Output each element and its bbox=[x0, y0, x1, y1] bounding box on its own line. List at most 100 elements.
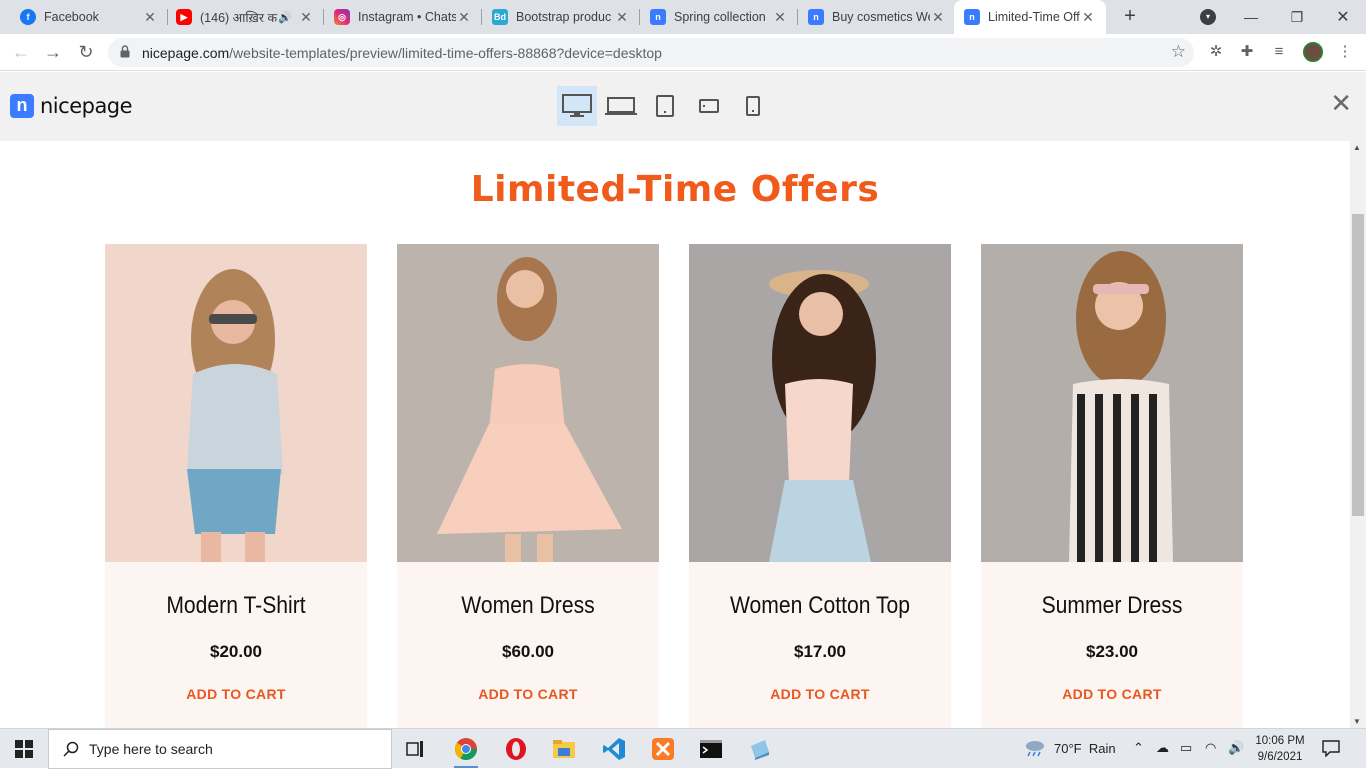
close-preview-button[interactable]: ✕ bbox=[1330, 88, 1352, 119]
tab-title: Buy cosmetics We bbox=[832, 10, 930, 24]
page-scrollbar[interactable]: ▲ ▼ bbox=[1350, 141, 1366, 728]
scrollbar-thumb[interactable] bbox=[1352, 214, 1364, 516]
tablet-landscape-icon bbox=[699, 99, 719, 113]
window-close-button[interactable]: ✕ bbox=[1320, 0, 1366, 34]
restore-button[interactable]: ❐ bbox=[1274, 0, 1320, 34]
terminal-icon[interactable] bbox=[691, 733, 731, 765]
task-view-icon[interactable] bbox=[396, 733, 436, 765]
tab-strip: f Facebook ✕ ▶ (146) आख़िर क 🔊 ✕ ◎ Insta… bbox=[0, 0, 1366, 34]
opera-icon[interactable] bbox=[496, 733, 536, 765]
add-to-cart-button[interactable]: ADD TO CART bbox=[689, 686, 951, 702]
nicepage-icon: n bbox=[808, 9, 824, 25]
tab-buy-cosmetics[interactable]: n Buy cosmetics We ✕ bbox=[798, 0, 956, 34]
desktop-icon bbox=[562, 94, 592, 117]
scroll-up-arrow-icon[interactable]: ▲ bbox=[1353, 143, 1361, 152]
tab-bootstrap[interactable]: Bd Bootstrap produc ✕ bbox=[482, 0, 640, 34]
reload-button[interactable]: ↻ bbox=[73, 40, 99, 66]
new-tab-button[interactable]: + bbox=[1118, 5, 1142, 29]
tab-instagram[interactable]: ◎ Instagram • Chats ✕ bbox=[324, 0, 482, 34]
volume-icon[interactable]: 🔊 bbox=[1228, 740, 1244, 756]
close-icon[interactable]: ✕ bbox=[456, 9, 472, 26]
menu-kebab-icon[interactable]: ⋮ bbox=[1336, 43, 1354, 61]
nicepage-logo-text: nicepage bbox=[40, 94, 133, 118]
device-tablet-landscape-button[interactable] bbox=[689, 86, 729, 126]
clock-time: 10:06 PM bbox=[1255, 735, 1305, 747]
device-desktop-button[interactable] bbox=[557, 86, 597, 126]
wifi-icon[interactable]: ◠ bbox=[1205, 740, 1216, 756]
url-host: nicepage.com bbox=[142, 45, 230, 61]
profile-avatar[interactable] bbox=[1303, 42, 1323, 62]
minimize-button[interactable]: — bbox=[1228, 0, 1274, 34]
tab-title: Limited-Time Offe bbox=[988, 10, 1080, 24]
device-phone-button[interactable] bbox=[733, 86, 773, 126]
product-price: $60.00 bbox=[502, 642, 554, 661]
facebook-icon: f bbox=[20, 9, 36, 25]
product-card: Modern T-Shirt $20.00 ADD TO CART bbox=[105, 244, 367, 728]
search-placeholder: Type here to search bbox=[89, 741, 213, 757]
product-name: Modern T-Shirt bbox=[166, 592, 306, 619]
product-name: Summer Dress bbox=[1041, 592, 1183, 619]
app-icon[interactable] bbox=[740, 733, 780, 765]
device-tablet-button[interactable] bbox=[645, 86, 685, 126]
weather-widget[interactable]: 70°F Rain bbox=[1024, 739, 1116, 757]
add-to-cart-button[interactable]: ADD TO CART bbox=[105, 686, 367, 702]
page-title: Limited-Time Offers bbox=[470, 169, 880, 210]
product-card: Summer Dress $23.00 ADD TO CART bbox=[981, 244, 1243, 728]
xampp-icon[interactable] bbox=[643, 733, 683, 765]
extension-bug-icon[interactable]: ✲ bbox=[1207, 43, 1225, 61]
address-bar[interactable]: nicepage.com/website-templates/preview/l… bbox=[108, 38, 1194, 67]
onedrive-icon[interactable]: ☁ bbox=[1156, 740, 1169, 756]
product-photo[interactable] bbox=[105, 244, 367, 562]
tray-chevron-icon[interactable]: ⌃ bbox=[1133, 740, 1144, 756]
battery-icon[interactable]: ▭ bbox=[1180, 740, 1192, 756]
url-text: nicepage.com/website-templates/preview/l… bbox=[142, 45, 662, 61]
search-icon bbox=[63, 741, 79, 757]
tab-title: Instagram • Chats bbox=[358, 10, 456, 24]
device-laptop-button[interactable] bbox=[601, 86, 641, 126]
close-icon[interactable]: ✕ bbox=[930, 9, 946, 26]
product-name: Women Cotton Top bbox=[729, 592, 911, 619]
scroll-down-arrow-icon[interactable]: ▼ bbox=[1353, 717, 1361, 726]
close-icon[interactable]: ✕ bbox=[772, 9, 788, 26]
product-photo[interactable] bbox=[397, 244, 659, 562]
speaker-icon[interactable]: 🔊 bbox=[278, 11, 292, 24]
product-photo[interactable] bbox=[689, 244, 951, 562]
product-card: Women Dress $60.00 ADD TO CART bbox=[397, 244, 659, 728]
phone-icon bbox=[746, 96, 760, 116]
add-to-cart-button[interactable]: ADD TO CART bbox=[397, 686, 659, 702]
nicepage-icon: n bbox=[650, 9, 666, 25]
close-icon[interactable]: ✕ bbox=[142, 9, 158, 26]
laptop-icon bbox=[605, 97, 637, 115]
taskbar-search-box[interactable]: Type here to search bbox=[48, 729, 392, 769]
tab-youtube[interactable]: ▶ (146) आख़िर क 🔊 ✕ bbox=[166, 0, 324, 34]
system-clock[interactable]: 10:06 PM 9/6/2021 bbox=[1250, 733, 1310, 765]
forward-button[interactable]: → bbox=[40, 40, 66, 66]
close-icon[interactable]: ✕ bbox=[298, 9, 314, 26]
product-price: $17.00 bbox=[794, 642, 846, 661]
tab-search-icon[interactable]: ▾ bbox=[1200, 9, 1216, 25]
nicepage-logo[interactable]: n nicepage bbox=[10, 94, 133, 118]
cloud-rain-icon bbox=[1026, 741, 1044, 757]
file-explorer-icon[interactable] bbox=[544, 733, 584, 765]
tab-facebook[interactable]: f Facebook ✕ bbox=[10, 0, 168, 34]
close-icon[interactable]: ✕ bbox=[614, 9, 630, 26]
add-to-cart-button[interactable]: ADD TO CART bbox=[981, 686, 1243, 702]
extensions-puzzle-icon[interactable]: ✚ bbox=[1238, 43, 1256, 61]
product-photo[interactable] bbox=[981, 244, 1243, 562]
youtube-icon: ▶ bbox=[176, 9, 192, 25]
media-control-icon[interactable]: ≡ bbox=[1270, 43, 1288, 61]
notification-icon[interactable] bbox=[1322, 739, 1342, 758]
bookmark-star-icon[interactable]: ☆ bbox=[1171, 42, 1186, 62]
tab-title: (146) आख़िर क bbox=[200, 10, 278, 25]
vscode-icon[interactable] bbox=[594, 733, 634, 765]
back-button[interactable]: ← bbox=[8, 40, 34, 66]
nicepage-logo-mark: n bbox=[10, 94, 34, 118]
windows-logo-icon bbox=[15, 740, 33, 758]
tab-title: Spring collection bbox=[674, 10, 766, 24]
tab-limited-time-offers[interactable]: n Limited-Time Offe ✕ bbox=[954, 0, 1106, 34]
tab-spring-collection[interactable]: n Spring collection ✕ bbox=[640, 0, 798, 34]
weather-text: 70°F Rain bbox=[1054, 740, 1116, 756]
close-icon[interactable]: ✕ bbox=[1080, 9, 1096, 26]
start-button[interactable] bbox=[0, 729, 48, 769]
chrome-icon[interactable] bbox=[446, 733, 486, 768]
